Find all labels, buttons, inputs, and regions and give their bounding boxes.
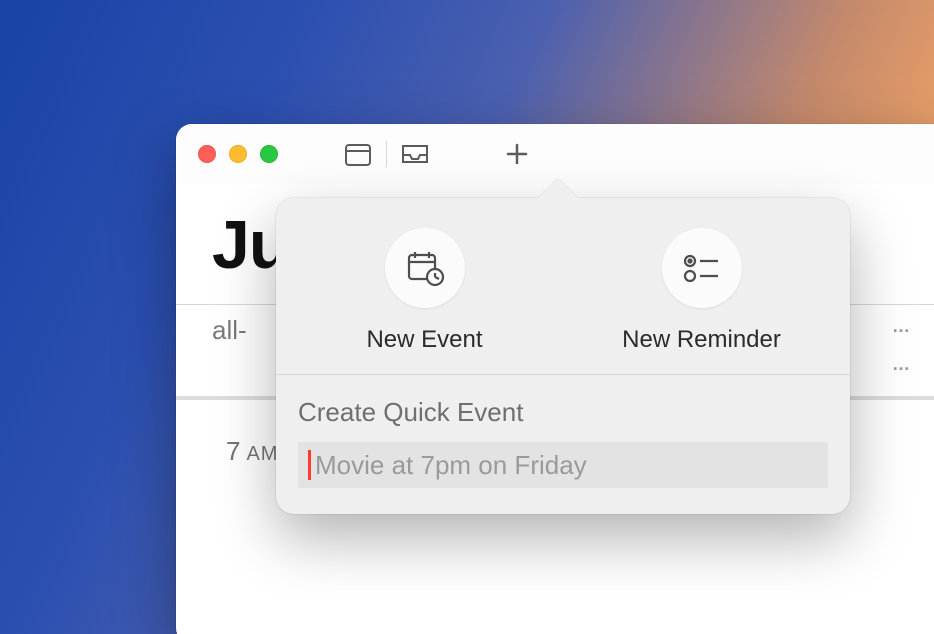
overflow-pill[interactable]: …: [886, 311, 916, 341]
new-event-option[interactable]: New Event: [286, 228, 563, 354]
desktop-wallpaper: Ju all- … … 7 AM: [0, 0, 934, 634]
new-event-circle: [385, 228, 465, 308]
new-event-label: New Event: [366, 326, 482, 354]
inbox-icon: [400, 142, 430, 166]
toolbar: [334, 134, 541, 174]
all-day-right-gutter: … …: [876, 305, 934, 396]
overflow-pill[interactable]: …: [886, 349, 916, 379]
reminder-list-icon: [682, 251, 722, 285]
zoom-button[interactable]: [260, 145, 278, 163]
new-reminder-circle: [662, 228, 742, 308]
calendars-toggle-button[interactable]: [334, 134, 382, 174]
all-day-label: all-: [176, 305, 247, 346]
popover-options: New Event New Reminder: [276, 198, 850, 374]
quick-event-input[interactable]: Movie at 7pm on Friday: [298, 442, 828, 488]
ampm-label: AM: [246, 443, 278, 466]
calendar-icon: [344, 141, 372, 167]
toolbar-divider: [386, 141, 387, 167]
titlebar: [176, 124, 934, 184]
quick-event-title: Create Quick Event: [298, 397, 828, 428]
minimize-button[interactable]: [229, 145, 247, 163]
text-caret: [308, 450, 311, 480]
close-button[interactable]: [198, 145, 216, 163]
add-button[interactable]: [493, 134, 541, 174]
quick-event-placeholder: Movie at 7pm on Friday: [315, 450, 587, 481]
popover-quick-section: Create Quick Event Movie at 7pm on Frida…: [276, 375, 850, 514]
new-reminder-label: New Reminder: [622, 326, 781, 354]
new-reminder-option[interactable]: New Reminder: [563, 228, 840, 354]
inbox-button[interactable]: [391, 134, 439, 174]
calendar-clock-icon: [405, 249, 445, 287]
add-popover: New Event New Reminder Create Quick Even…: [276, 198, 850, 514]
window-controls: [198, 145, 278, 163]
plus-icon: [505, 142, 529, 166]
hour-label: 7: [226, 436, 240, 467]
